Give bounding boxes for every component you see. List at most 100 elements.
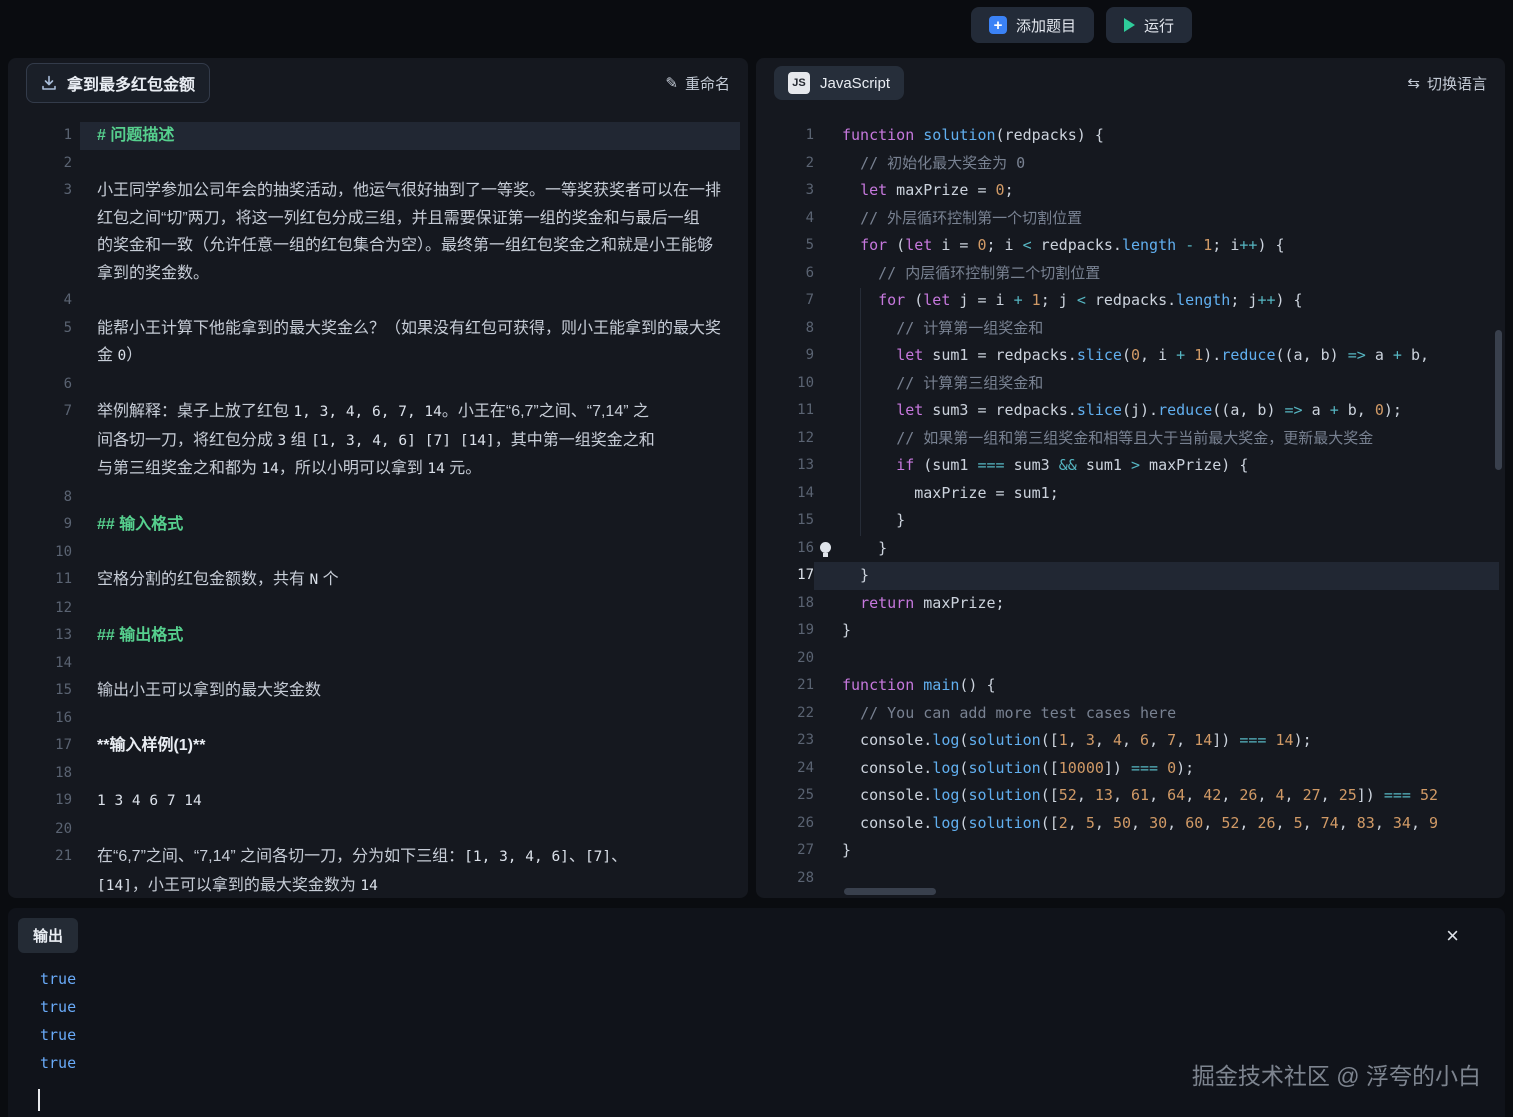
main-area: 拿到最多红包金额 ✎ 重命名 1# 问题描述23小王同学参加公司年会的抽奖活动，…	[0, 50, 1513, 898]
line-number: 4	[756, 205, 814, 233]
line-number: 7	[756, 287, 814, 315]
line-number: 3	[756, 177, 814, 205]
code-line-14: 14 maxPrize = sum1;	[756, 480, 1505, 508]
code-text: // 计算第三组奖金和	[814, 370, 1499, 398]
line-number: 7	[8, 398, 80, 484]
pencil-icon: ✎	[665, 74, 678, 92]
code-line-8: 8 // 计算第一组奖金和	[756, 315, 1505, 343]
line-number: 27	[756, 837, 814, 865]
problem-line-14: 14	[8, 650, 748, 678]
line-number: 6	[8, 371, 80, 399]
code-text: return maxPrize;	[814, 590, 1499, 618]
line-number: 2	[8, 150, 80, 178]
code-panel: JS JavaScript ⇆ 切换语言 1function solution(…	[756, 58, 1505, 898]
play-icon	[1124, 18, 1135, 32]
code-line-21: 21function main() {	[756, 672, 1505, 700]
line-number: 10	[756, 370, 814, 398]
add-problem-label: 添加题目	[1016, 15, 1076, 36]
output-tab[interactable]: 输出	[18, 918, 78, 953]
problem-lines[interactable]: 1# 问题描述23小王同学参加公司年会的抽奖活动，他运气很好抽到了一等奖。一等奖…	[8, 108, 748, 898]
line-content: ## 输出格式	[80, 622, 740, 650]
problem-line-7: 7举例解释：桌子上放了红包 1, 3, 4, 6, 7, 14。小王在“6,7”…	[8, 398, 748, 484]
code-text: }	[814, 837, 1499, 865]
line-content	[80, 539, 740, 567]
problem-line-2: 2	[8, 150, 748, 178]
line-number: 12	[8, 595, 80, 623]
problem-line-20: 20	[8, 816, 748, 844]
code-text: }	[814, 535, 1499, 563]
code-text: maxPrize = sum1;	[814, 480, 1499, 508]
output-line: true	[40, 1021, 1505, 1049]
code-text: }	[814, 617, 1499, 645]
code-text: let maxPrize = 0;	[814, 177, 1499, 205]
line-number: 9	[756, 342, 814, 370]
switch-language-button[interactable]: ⇆ 切换语言	[1407, 73, 1487, 94]
code-text: // 外层循环控制第一个切割位置	[814, 205, 1499, 233]
problem-line-1: 1# 问题描述	[8, 122, 748, 150]
run-button[interactable]: 运行	[1106, 7, 1192, 43]
line-number: 20	[8, 816, 80, 844]
problem-line-12: 12	[8, 595, 748, 623]
watermark: 掘金技术社区 @ 浮夸的小白	[1192, 1057, 1481, 1091]
line-number: 23	[756, 727, 814, 755]
code-lines[interactable]: 1function solution(redpacks) {2 // 初始化最大…	[756, 108, 1505, 898]
line-content	[80, 371, 740, 399]
output-header: 输出 ×	[8, 908, 1505, 953]
line-content	[80, 760, 740, 788]
code-line-20: 20	[756, 645, 1505, 673]
output-line: true	[40, 965, 1505, 993]
problem-line-15: 15输出小王可以拿到的最大奖金数	[8, 677, 748, 705]
line-number: 16	[8, 705, 80, 733]
code-text: console.log(solution([2, 5, 50, 30, 60, …	[814, 810, 1499, 838]
line-number: 18	[8, 760, 80, 788]
line-number: 25	[756, 782, 814, 810]
line-number: 19	[756, 617, 814, 645]
line-number: 5	[756, 232, 814, 260]
lightbulb-icon[interactable]	[820, 542, 831, 553]
line-number: 19	[8, 787, 80, 816]
code-line-26: 26 console.log(solution([2, 5, 50, 30, 6…	[756, 810, 1505, 838]
problem-line-8: 8	[8, 484, 748, 512]
code-line-18: 18 return maxPrize;	[756, 590, 1505, 618]
problem-panel: 拿到最多红包金额 ✎ 重命名 1# 问题描述23小王同学参加公司年会的抽奖活动，…	[8, 58, 748, 898]
horizontal-scrollbar[interactable]	[844, 888, 936, 895]
line-number: 26	[756, 810, 814, 838]
code-text: // 计算第一组奖金和	[814, 315, 1499, 343]
code-text: }	[814, 507, 1499, 535]
code-line-4: 4 // 外层循环控制第一个切割位置	[756, 205, 1505, 233]
line-number: 17	[8, 732, 80, 760]
code-line-25: 25 console.log(solution([52, 13, 61, 64,…	[756, 782, 1505, 810]
line-number: 11	[8, 566, 80, 595]
code-text	[814, 645, 1499, 673]
line-content	[80, 650, 740, 678]
problem-line-17: 17**输入样例(1)**	[8, 732, 748, 760]
rename-label: 重命名	[685, 73, 730, 94]
language-tab[interactable]: JS JavaScript	[774, 66, 904, 100]
code-text: // 初始化最大奖金为 0	[814, 150, 1499, 178]
problem-title-badge[interactable]: 拿到最多红包金额	[26, 63, 210, 103]
line-number: 17	[756, 562, 814, 590]
close-output-icon[interactable]: ×	[1446, 925, 1459, 947]
line-number: 24	[756, 755, 814, 783]
code-text: function main() {	[814, 672, 1499, 700]
add-problem-button[interactable]: + 添加题目	[971, 7, 1094, 43]
line-content: 输出小王可以拿到的最大奖金数	[80, 677, 740, 705]
code-line-11: 11 let sum3 = redpacks.slice(j).reduce((…	[756, 397, 1505, 425]
code-line-15: 15 }	[756, 507, 1505, 535]
code-text: console.log(solution([10000]) === 0);	[814, 755, 1499, 783]
vertical-scrollbar[interactable]	[1495, 330, 1502, 470]
line-content: 举例解释：桌子上放了红包 1, 3, 4, 6, 7, 14。小王在“6,7”之…	[80, 398, 740, 484]
topbar: + 添加题目 运行	[0, 0, 1513, 50]
line-number: 13	[756, 452, 814, 480]
code-line-19: 19}	[756, 617, 1505, 645]
line-number: 11	[756, 397, 814, 425]
problem-line-10: 10	[8, 539, 748, 567]
code-text: function solution(redpacks) {	[814, 122, 1499, 150]
code-line-27: 27}	[756, 837, 1505, 865]
rename-button[interactable]: ✎ 重命名	[665, 73, 730, 94]
line-number: 15	[756, 507, 814, 535]
problem-line-13: 13## 输出格式	[8, 622, 748, 650]
line-content	[80, 705, 740, 733]
line-number: 13	[8, 622, 80, 650]
line-number: 21	[756, 672, 814, 700]
